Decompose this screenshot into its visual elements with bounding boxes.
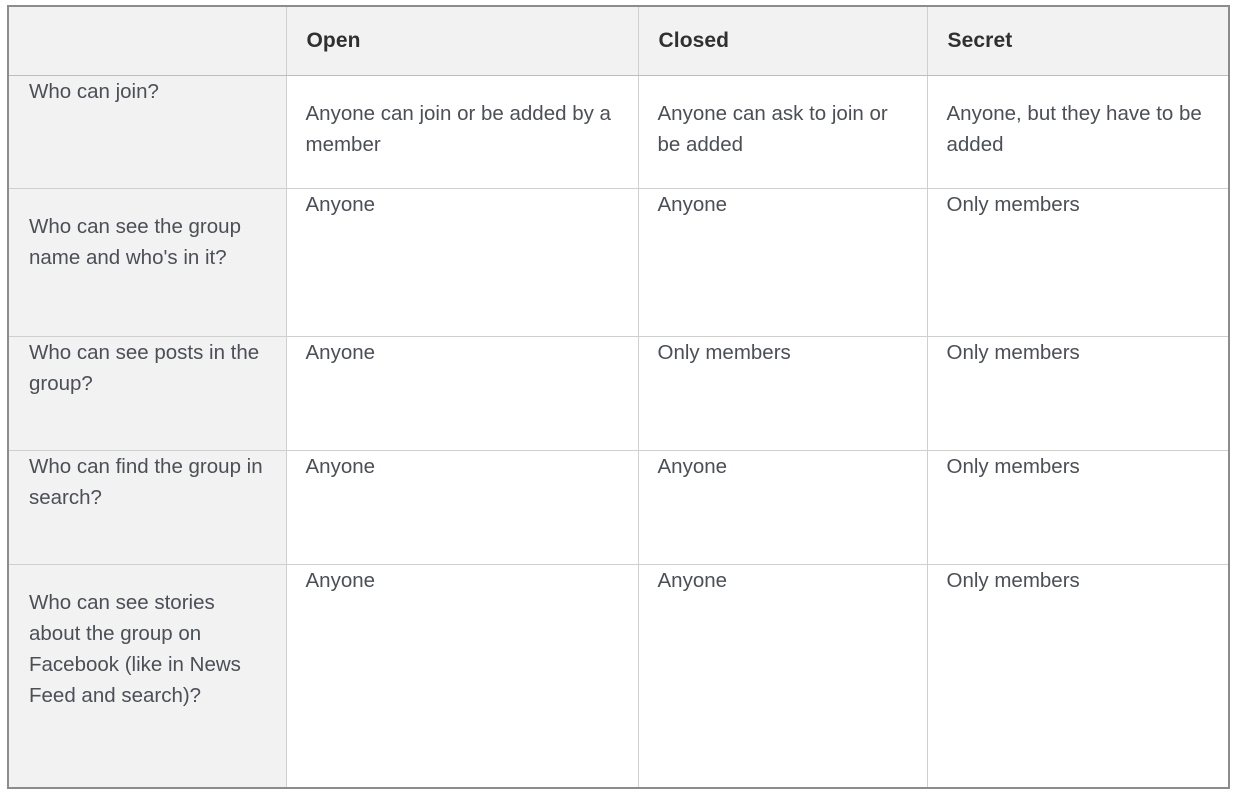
cell-value: Anyone [305, 193, 376, 216]
cell-who-can-see-name-closed: Anyone [637, 188, 928, 337]
column-header-open-label: Open [306, 29, 361, 53]
row-label-who-can-find-group: Who can find the group in search? [7, 450, 287, 565]
cell-who-can-find-group-secret: Only members [926, 450, 1230, 565]
row-label-text: Who can find the group in search? [29, 455, 263, 510]
column-header-closed-label: Closed [658, 29, 730, 53]
row-label-text: Who can join? [29, 80, 159, 103]
table-row: Who can see the group name and who's in … [7, 188, 1230, 337]
cell-value: Anyone [657, 455, 728, 478]
cell-value: Anyone can join or be added by a member [305, 102, 611, 157]
column-header-closed: Closed [637, 5, 928, 76]
cell-who-can-see-stories-secret: Only members [926, 564, 1230, 789]
row-label-text: Who can see the group name and who's in … [29, 215, 241, 270]
cell-who-can-join-secret: Anyone, but they have to be added [926, 75, 1230, 189]
group-privacy-comparison-table: Open Closed Secret Who can join? Anyone … [7, 5, 1230, 789]
cell-value: Anyone [657, 569, 728, 592]
table-row: Who can see posts in the group? Anyone O… [7, 336, 1230, 451]
cell-value: Anyone [305, 455, 376, 478]
table-row: Who can find the group in search? Anyone… [7, 450, 1230, 565]
row-label-who-can-see-stories: Who can see stories about the group on F… [7, 564, 287, 789]
cell-value: Only members [657, 341, 791, 364]
cell-who-can-see-posts-secret: Only members [926, 336, 1230, 451]
cell-who-can-see-posts-open: Anyone [285, 336, 639, 451]
column-header-blank [7, 5, 287, 76]
cell-value: Anyone, but they have to be added [946, 102, 1202, 157]
cell-value: Anyone [305, 569, 376, 592]
privacy-comparison-table-container: Open Closed Secret Who can join? Anyone … [7, 5, 1230, 789]
cell-value: Only members [946, 193, 1080, 216]
row-label-text: Who can see posts in the group? [29, 341, 260, 396]
cell-who-can-see-stories-closed: Anyone [637, 564, 928, 789]
column-header-secret: Secret [926, 5, 1230, 76]
table-row: Who can see stories about the group on F… [7, 564, 1230, 789]
cell-value: Only members [946, 341, 1080, 364]
cell-who-can-see-stories-open: Anyone [285, 564, 639, 789]
column-header-open: Open [285, 5, 639, 76]
row-label-text: Who can see stories about the group on F… [29, 591, 241, 708]
page-root: Open Closed Secret Who can join? Anyone … [0, 0, 1236, 796]
row-label-who-can-join: Who can join? [7, 75, 287, 189]
cell-who-can-find-group-closed: Anyone [637, 450, 928, 565]
cell-who-can-find-group-open: Anyone [285, 450, 639, 565]
cell-value: Anyone [657, 193, 728, 216]
cell-who-can-see-posts-closed: Only members [637, 336, 928, 451]
cell-value: Anyone [305, 341, 376, 364]
table-header-row: Open Closed Secret [7, 5, 1230, 76]
cell-who-can-join-open: Anyone can join or be added by a member [285, 75, 639, 189]
cell-who-can-see-name-open: Anyone [285, 188, 639, 337]
table-header: Open Closed Secret [7, 5, 1230, 76]
column-header-secret-label: Secret [947, 29, 1013, 53]
row-label-who-can-see-posts: Who can see posts in the group? [7, 336, 287, 451]
cell-value: Only members [946, 455, 1080, 478]
table-row: Who can join? Anyone can join or be adde… [7, 75, 1230, 189]
row-label-who-can-see-name: Who can see the group name and who's in … [7, 188, 287, 337]
table-body: Who can join? Anyone can join or be adde… [7, 75, 1230, 789]
cell-who-can-see-name-secret: Only members [926, 188, 1230, 337]
cell-value: Anyone can ask to join or be added [657, 102, 888, 157]
cell-value: Only members [946, 569, 1080, 592]
cell-who-can-join-closed: Anyone can ask to join or be added [637, 75, 928, 189]
